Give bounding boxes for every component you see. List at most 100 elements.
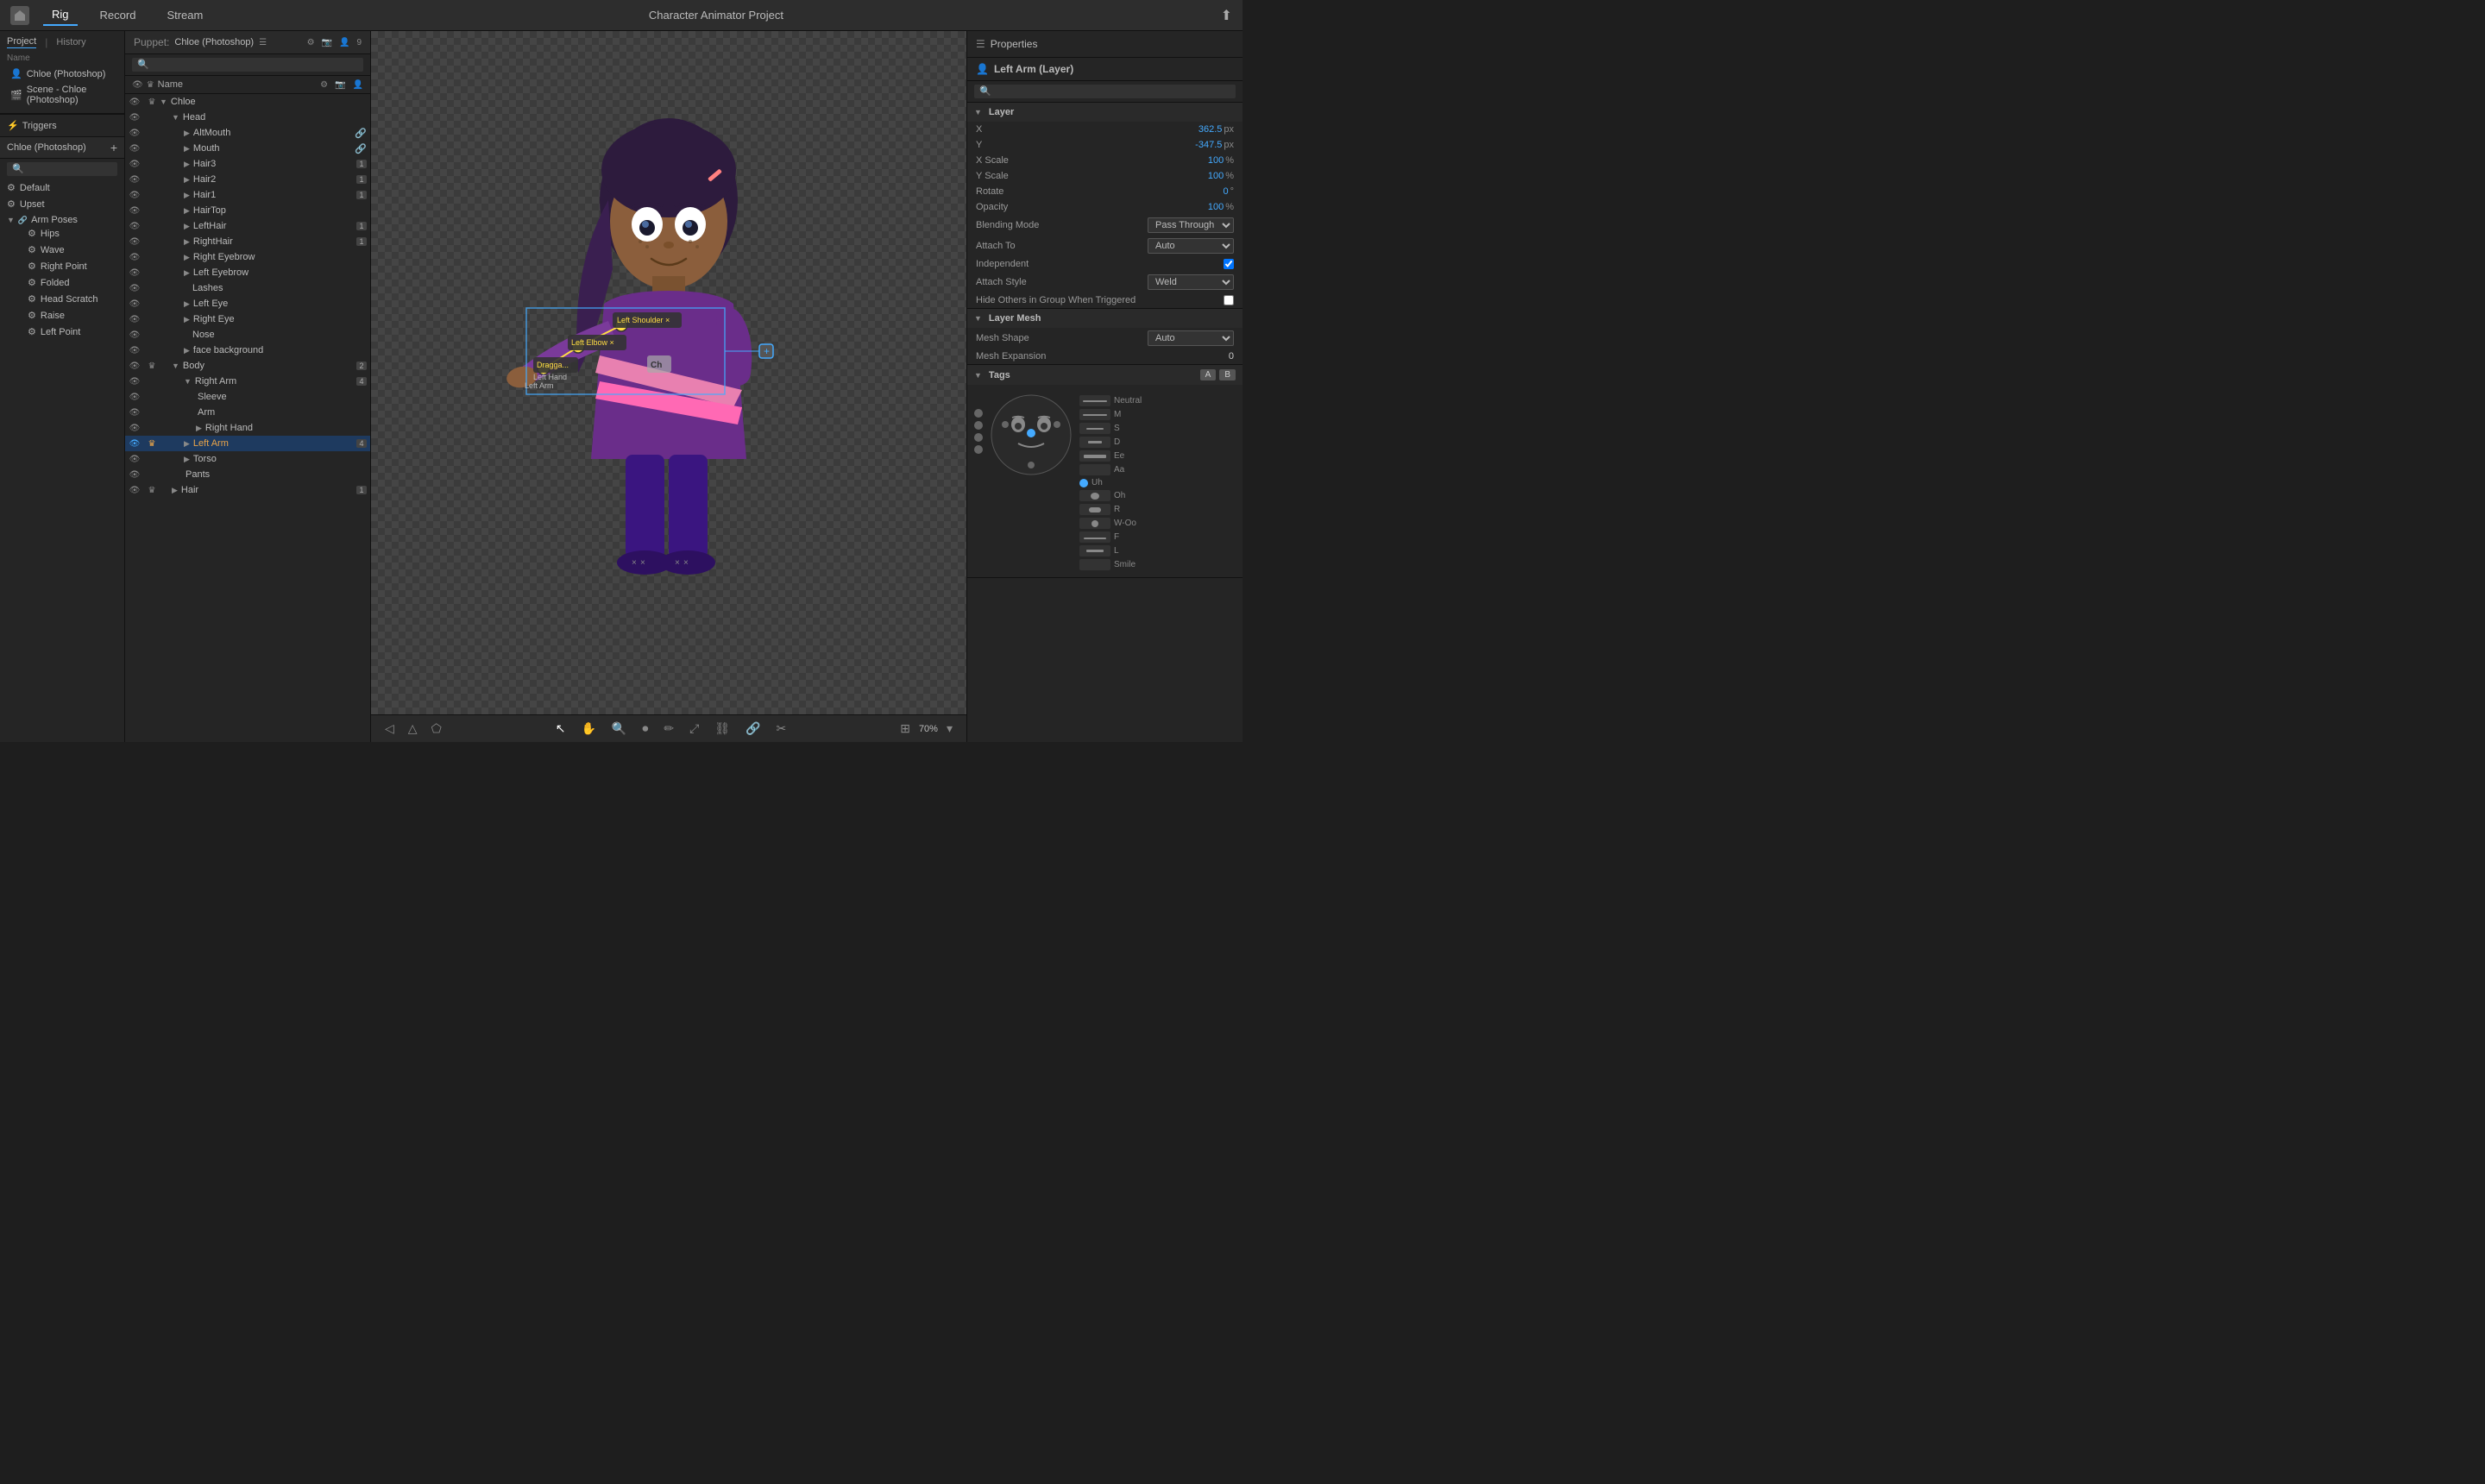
project-tab[interactable]: Project (7, 36, 36, 48)
tool-pentagon[interactable]: ⬠ (428, 720, 445, 738)
tool-hand[interactable]: ✋ (577, 720, 599, 738)
tag-a-button[interactable]: A (1200, 369, 1217, 380)
layer-row-facebg[interactable]: 👁 ▶ face background (125, 343, 370, 358)
layer-row-lashes[interactable]: 👁 Lashes (125, 280, 370, 296)
section-collapse-tags[interactable]: ▼ (974, 371, 982, 380)
layer-row-chloe[interactable]: 👁 ♛ ▼ Chloe (125, 94, 370, 110)
svg-text:×: × (675, 558, 680, 568)
tool-triangle[interactable]: △ (405, 720, 421, 738)
layer-row-pants[interactable]: 👁 Pants (125, 467, 370, 482)
prop-attachto-dropdown[interactable]: Auto (1148, 238, 1234, 254)
trigger-item-left-point[interactable]: ⚙ Left Point (21, 324, 117, 340)
prop-rotate-value[interactable]: 0 (1177, 186, 1229, 197)
tool-link[interactable]: ⛓ (711, 720, 733, 738)
layer-row-body[interactable]: 👁 ♛ ▼ Body 2 (125, 358, 370, 374)
tab-rig[interactable]: Rig (43, 4, 78, 26)
character-container: × × × × (371, 31, 966, 714)
trigger-item-head-scratch[interactable]: ⚙ Head Scratch (21, 291, 117, 307)
layer-row-hairtop[interactable]: 👁 ▶ HairTop (125, 203, 370, 218)
tab-stream[interactable]: Stream (158, 5, 211, 25)
prop-independent-checkbox[interactable] (1224, 259, 1234, 269)
trigger-item-raise[interactable]: ⚙ Raise (21, 307, 117, 324)
prop-xscale-label: X Scale (976, 155, 1172, 166)
layer-row-leftarm[interactable]: 👁 ♛ ▶ Left Arm 4 (125, 436, 370, 451)
trigger-item-upset[interactable]: ⚙ Upset (0, 196, 124, 212)
home-button[interactable] (10, 6, 29, 25)
prop-blending-dropdown[interactable]: Pass Through (1148, 217, 1234, 233)
project-item-chloe[interactable]: 👤 Chloe (Photoshop) (7, 66, 117, 82)
face-dot-active-row: Uh (1079, 478, 1142, 487)
trigger-item-wave[interactable]: ⚙ Wave (21, 242, 117, 258)
layer-row-righteyebrow[interactable]: 👁 ▶ Right Eyebrow (125, 249, 370, 265)
prop-yscale-value[interactable]: 100 (1172, 171, 1224, 181)
layer-row-hair2[interactable]: 👁 ▶ Hair2 1 (125, 172, 370, 187)
section-collapse-mesh[interactable]: ▼ (974, 314, 982, 323)
properties-title: ☰ Properties (976, 38, 1037, 50)
layer-row-hair3[interactable]: 👁 ▶ Hair3 1 (125, 156, 370, 172)
layer-row-nose[interactable]: 👁 Nose (125, 327, 370, 343)
layer-row-lefthair[interactable]: 👁 ▶ LeftHair 1 (125, 218, 370, 234)
layer-row-lefteyebrow[interactable]: 👁 ▶ Left Eyebrow (125, 265, 370, 280)
layer-row-lefteye[interactable]: 👁 ▶ Left Eye (125, 296, 370, 311)
tool-cursor[interactable]: ↖ (552, 720, 569, 738)
prop-meshshape-dropdown[interactable]: Auto (1148, 330, 1234, 346)
tool-left-arrow[interactable]: ◁ (381, 720, 398, 738)
svg-text:+: + (764, 345, 770, 357)
layer-row-righthair[interactable]: 👁 ▶ RightHair 1 (125, 234, 370, 249)
trigger-item-folded[interactable]: ⚙ Folded (21, 274, 117, 291)
prop-y-value[interactable]: -347.5 (1170, 140, 1222, 150)
tool-record[interactable]: ⏺ (639, 720, 651, 738)
layer-row-altmouth[interactable]: 👁 ▶ AltMouth 🔗 (125, 125, 370, 141)
tool-transform[interactable]: ⤢ (686, 720, 702, 738)
tab-record[interactable]: Record (91, 5, 145, 25)
prop-hideothers-label: Hide Others in Group When Triggered (976, 295, 1224, 305)
tool-chain[interactable]: 🔗 (742, 720, 764, 738)
tool-edit[interactable]: ✏ (660, 720, 677, 738)
layer-row-torso[interactable]: 👁 ▶ Torso (125, 451, 370, 467)
prop-xscale-value[interactable]: 100 (1172, 155, 1224, 166)
prop-x-value[interactable]: 362.5 (1170, 124, 1222, 135)
export-button[interactable]: ⬆ (1221, 7, 1232, 24)
tool-grid[interactable]: ⊞ (896, 720, 914, 738)
properties-search-input[interactable] (974, 85, 1236, 98)
prop-attachstyle-dropdown[interactable]: Weld (1148, 274, 1234, 290)
layer-vis-chloe[interactable]: 👁 (125, 97, 144, 107)
viseme-f: F (1079, 531, 1142, 543)
props-section-tags-header[interactable]: ▼ Tags A B (967, 365, 1242, 385)
prop-hideothers-checkbox[interactable] (1224, 295, 1234, 305)
face-dot-bml[interactable] (974, 445, 983, 454)
layer-row-hair1[interactable]: 👁 ▶ Hair1 1 (125, 187, 370, 203)
layer-row-righteye[interactable]: 👁 ▶ Right Eye (125, 311, 370, 327)
zoom-dropdown[interactable]: ▾ (943, 720, 956, 738)
layer-row-sleeve[interactable]: 👁 Sleeve (125, 389, 370, 405)
layer-row-mouth[interactable]: 👁 ▶ Mouth 🔗 (125, 141, 370, 156)
layer-row-arm[interactable]: 👁 Arm (125, 405, 370, 420)
triggers-search-input[interactable] (7, 162, 117, 176)
props-section-mesh-header[interactable]: ▼ Layer Mesh (967, 309, 1242, 328)
trigger-item-right-point[interactable]: ⚙ Right Point (21, 258, 117, 274)
tool-magnify[interactable]: 🔍 (608, 720, 630, 738)
props-section-mesh: ▼ Layer Mesh Mesh Shape Auto Mesh Expans… (967, 309, 1242, 365)
face-dot-bl[interactable] (974, 433, 983, 442)
puppet-name-header: Puppet: Chloe (Photoshop) ☰ (134, 36, 267, 48)
face-dot-ml[interactable] (974, 421, 983, 430)
section-collapse-layer[interactable]: ▼ (974, 108, 982, 116)
trigger-item-hips[interactable]: ⚙ Hips (21, 225, 117, 242)
trigger-item-default[interactable]: ⚙ Default (0, 179, 124, 196)
layer-row-hair[interactable]: 👁 ♛ ▶ Hair 1 (125, 482, 370, 498)
history-tab[interactable]: History (56, 37, 85, 47)
canvas-viewport[interactable]: × × × × (371, 31, 966, 714)
face-dot-tl[interactable] (974, 409, 983, 418)
layer-row-rightarm[interactable]: 👁 ▼ Right Arm 4 (125, 374, 370, 389)
trigger-group-arm-poses[interactable]: ▼ 🔗 Arm Poses ⚙ Hips ⚙ Wave (0, 212, 124, 343)
project-item-scene[interactable]: 🎬 Scene - Chloe (Photoshop) (7, 82, 117, 108)
tool-lasso[interactable]: ✂ (772, 720, 790, 738)
tag-b-button[interactable]: B (1219, 369, 1236, 380)
prop-opacity-value[interactable]: 100 (1172, 202, 1224, 212)
layer-row-head[interactable]: 👁 ▼ Head (125, 110, 370, 125)
layer-row-righthand[interactable]: 👁 ▶ Right Hand (125, 420, 370, 436)
prop-meshexp-value[interactable]: 0 (1182, 351, 1234, 362)
add-trigger-button[interactable]: + (110, 141, 117, 154)
puppet-search-input[interactable] (132, 58, 363, 72)
props-section-layer-header[interactable]: ▼ Layer (967, 103, 1242, 122)
